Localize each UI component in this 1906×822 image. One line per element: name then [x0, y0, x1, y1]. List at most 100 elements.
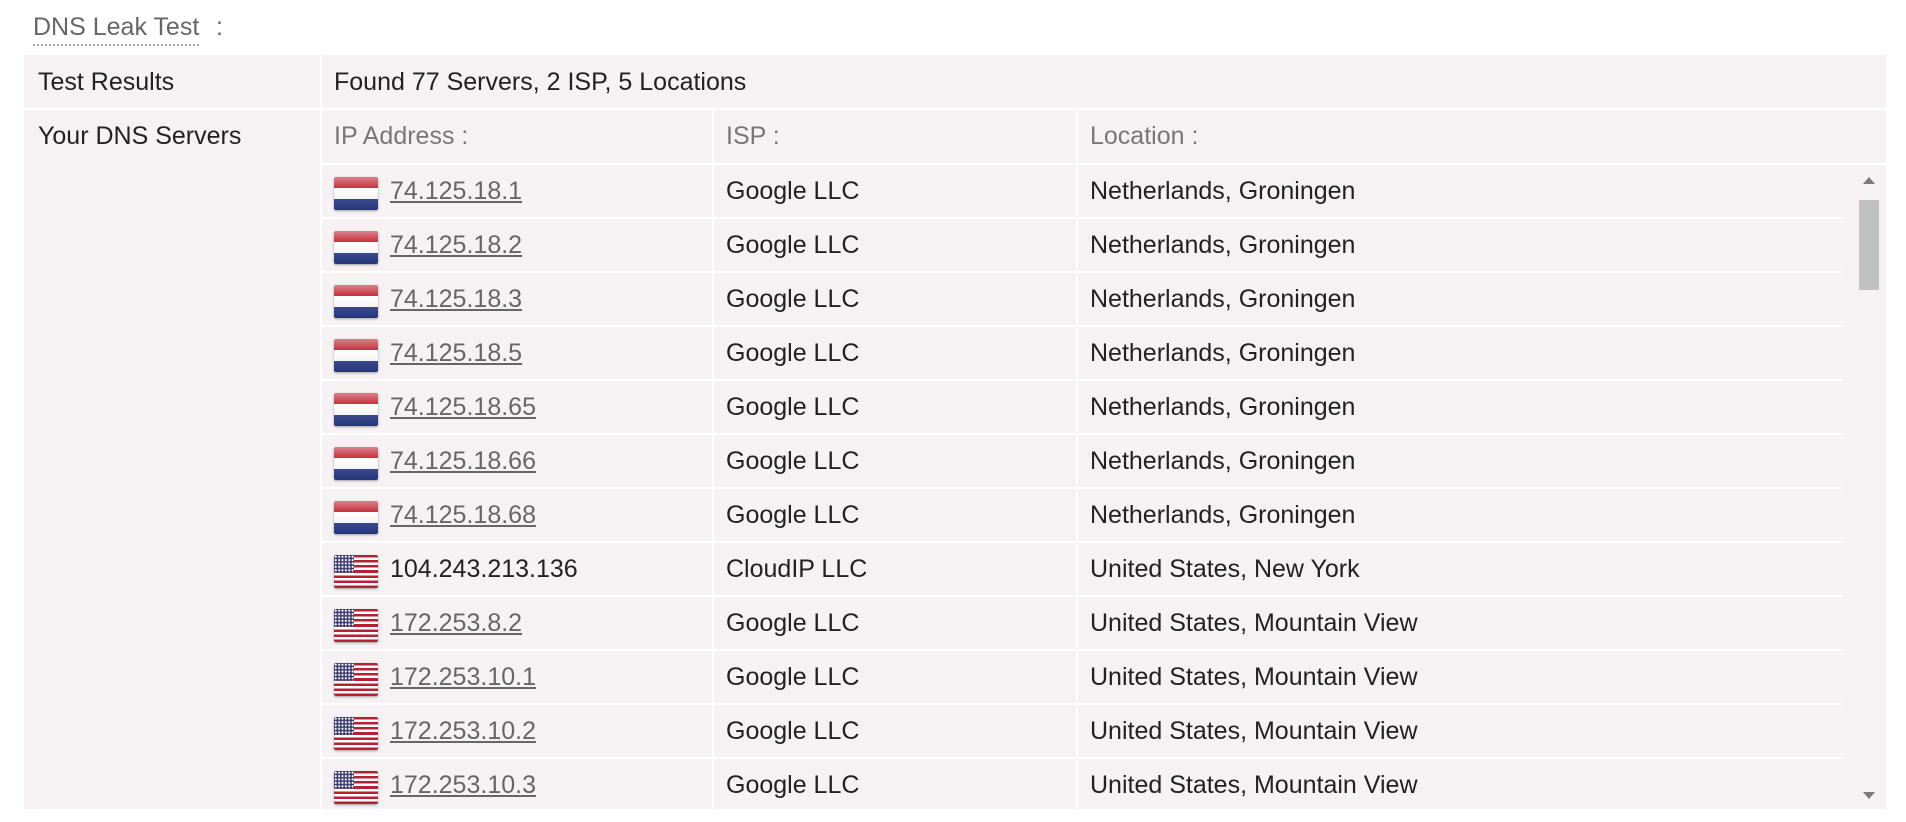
isp-name: Google LLC	[726, 609, 860, 637]
table-row: 172.253.10.1 Google LLC United States, M…	[322, 651, 1842, 705]
column-divider	[712, 435, 714, 489]
table-row: 74.125.18.5 Google LLC Netherlands, Gron…	[322, 327, 1842, 381]
server-location: Netherlands, Groningen	[1090, 285, 1356, 313]
server-location: Netherlands, Groningen	[1090, 177, 1356, 205]
ip-address-link[interactable]: 172.253.10.1	[390, 662, 536, 692]
column-divider	[712, 651, 714, 705]
flag-stars	[334, 771, 355, 789]
netherlands-flag-icon	[334, 177, 378, 210]
column-divider	[1076, 219, 1078, 273]
column-divider	[712, 381, 714, 435]
flag-stars	[334, 609, 355, 627]
flag-stars	[334, 555, 355, 573]
test-results-label: Test Results	[38, 68, 175, 96]
column-divider	[712, 489, 714, 543]
ip-address-link[interactable]: 74.125.18.5	[390, 338, 522, 368]
isp-name: Google LLC	[726, 447, 860, 475]
server-list-scrollbar[interactable]	[1852, 165, 1886, 809]
column-divider	[712, 165, 714, 219]
test-results-value: Found 77 Servers, 2 ISP, 5 Locations	[334, 68, 747, 96]
ip-address-text: 104.243.213.136	[390, 555, 578, 583]
isp-name: Google LLC	[726, 177, 860, 205]
location-header: Location :	[1090, 122, 1199, 150]
table-row: 172.253.10.2 Google LLC United States, M…	[322, 705, 1842, 759]
server-location: Netherlands, Groningen	[1090, 447, 1356, 475]
isp-name: Google LLC	[726, 339, 860, 367]
netherlands-flag-icon	[334, 447, 378, 480]
server-location: Netherlands, Groningen	[1090, 231, 1356, 259]
column-divider	[1076, 705, 1078, 759]
isp-name: CloudIP LLC	[726, 555, 868, 583]
united-states-flag-icon	[334, 717, 378, 750]
table-row: 74.125.18.1 Google LLC Netherlands, Gron…	[322, 165, 1842, 219]
isp-name: Google LLC	[726, 663, 860, 691]
isp-name: Google LLC	[726, 231, 860, 259]
column-divider	[1076, 435, 1078, 489]
scroll-up-arrow-icon[interactable]	[1863, 177, 1875, 184]
server-location: United States, New York	[1090, 555, 1360, 583]
scroll-down-arrow-icon[interactable]	[1863, 792, 1875, 799]
table-row: 104.243.213.136 CloudIP LLC United State…	[322, 543, 1842, 597]
isp-name: Google LLC	[726, 393, 860, 421]
ip-address-link[interactable]: 74.125.18.68	[390, 500, 536, 530]
ip-address-link[interactable]: 74.125.18.2	[390, 230, 522, 260]
ip-address-link[interactable]: 172.253.10.2	[390, 716, 536, 746]
isp-location-header-divider	[1076, 110, 1078, 164]
column-divider	[712, 543, 714, 597]
isp-name: Google LLC	[726, 717, 860, 745]
netherlands-flag-icon	[334, 285, 378, 318]
table-row: 74.125.18.2 Google LLC Netherlands, Gron…	[322, 219, 1842, 273]
column-divider	[712, 705, 714, 759]
server-location: Netherlands, Groningen	[1090, 501, 1356, 529]
column-divider	[712, 273, 714, 327]
netherlands-flag-icon	[334, 231, 378, 264]
table-row: 172.253.10.3 Google LLC United States, M…	[322, 759, 1842, 809]
ip-isp-header-divider	[712, 110, 714, 164]
section-title[interactable]: DNS Leak Test	[33, 12, 200, 46]
test-results-row-divider	[24, 108, 1886, 110]
section-title-colon: :	[216, 13, 223, 41]
column-divider	[1076, 327, 1078, 381]
server-location: United States, Mountain View	[1090, 771, 1418, 799]
ip-address-header: IP Address :	[334, 122, 469, 150]
server-location: United States, Mountain View	[1090, 663, 1418, 691]
column-divider	[712, 597, 714, 651]
table-row: 74.125.18.68 Google LLC Netherlands, Gro…	[322, 489, 1842, 543]
isp-name: Google LLC	[726, 285, 860, 313]
server-location: Netherlands, Groningen	[1090, 393, 1356, 421]
isp-name: Google LLC	[726, 771, 860, 799]
isp-name: Google LLC	[726, 501, 860, 529]
dns-servers-label: Your DNS Servers	[38, 122, 242, 150]
column-divider	[1076, 543, 1078, 597]
netherlands-flag-icon	[334, 393, 378, 426]
ip-address-link[interactable]: 172.253.10.3	[390, 770, 536, 800]
column-divider	[712, 327, 714, 381]
netherlands-flag-icon	[334, 339, 378, 372]
column-divider	[1076, 489, 1078, 543]
flag-stars	[334, 717, 355, 735]
ip-address-link[interactable]: 74.125.18.66	[390, 446, 536, 476]
scrollbar-thumb[interactable]	[1859, 200, 1879, 290]
ip-address-link[interactable]: 74.125.18.3	[390, 284, 522, 314]
table-row: 74.125.18.3 Google LLC Netherlands, Gron…	[322, 273, 1842, 327]
dns-server-list[interactable]: 74.125.18.1 Google LLC Netherlands, Gron…	[322, 165, 1842, 809]
column-divider	[712, 219, 714, 273]
column-divider	[1076, 381, 1078, 435]
column-divider	[1076, 597, 1078, 651]
ip-address-link[interactable]: 74.125.18.65	[390, 392, 536, 422]
isp-header: ISP :	[726, 122, 780, 150]
server-location: Netherlands, Groningen	[1090, 339, 1356, 367]
table-row: 74.125.18.66 Google LLC Netherlands, Gro…	[322, 435, 1842, 489]
column-divider	[712, 759, 714, 809]
server-location: United States, Mountain View	[1090, 717, 1418, 745]
ip-address-link[interactable]: 74.125.18.1	[390, 176, 522, 206]
netherlands-flag-icon	[334, 501, 378, 534]
united-states-flag-icon	[334, 609, 378, 642]
column-divider	[1076, 273, 1078, 327]
united-states-flag-icon	[334, 663, 378, 696]
dns-leak-test-page: DNS Leak Test : Test Results Found 77 Se…	[0, 0, 1906, 822]
table-row: 172.253.8.2 Google LLC United States, Mo…	[322, 597, 1842, 651]
flag-stars	[334, 663, 355, 681]
table-row: 74.125.18.65 Google LLC Netherlands, Gro…	[322, 381, 1842, 435]
ip-address-link[interactable]: 172.253.8.2	[390, 608, 522, 638]
